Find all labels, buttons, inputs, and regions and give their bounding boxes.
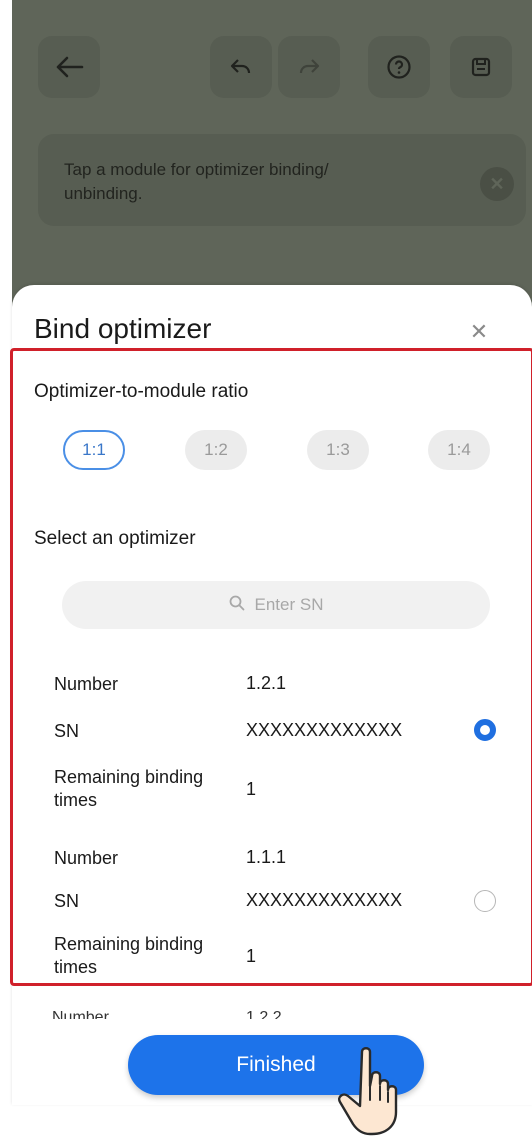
ratio-option-1-1[interactable]: 1:1 bbox=[63, 430, 125, 470]
next-number-label: Number bbox=[52, 1011, 109, 1019]
tap-hand-icon bbox=[338, 1047, 398, 1136]
ratio-option-1-2[interactable]: 1:2 bbox=[185, 430, 247, 470]
sheet-close-button[interactable]: ✕ bbox=[464, 317, 494, 347]
redo-icon bbox=[299, 59, 320, 74]
back-arrow-icon bbox=[56, 56, 84, 78]
optimizer-radio-unselected[interactable] bbox=[474, 890, 496, 912]
hint-banner: Tap a module for optimizer binding/ unbi… bbox=[38, 134, 526, 226]
remaining-value: 1 bbox=[246, 946, 257, 966]
ratio-option-1-4[interactable]: 1:4 bbox=[428, 430, 490, 470]
bind-optimizer-sheet: Bind optimizer ✕ Optimizer-to-module rat… bbox=[10, 285, 532, 1105]
sn-label: SN bbox=[54, 721, 80, 741]
optimizer-radio-selected[interactable] bbox=[474, 719, 496, 741]
next-number-value: 1.2.2 bbox=[246, 1011, 282, 1019]
remaining-label: Remaining binding times bbox=[54, 934, 204, 977]
back-button[interactable] bbox=[38, 36, 100, 98]
sn-value: XXXXXXXXXXXXX bbox=[246, 720, 403, 740]
close-icon: ✕ bbox=[469, 319, 489, 344]
background-screen: Tap a module for optimizer binding/ unbi… bbox=[12, 0, 532, 310]
remaining-label: Remaining binding times bbox=[54, 767, 204, 810]
hint-text: Tap a module for optimizer binding/ unbi… bbox=[64, 160, 329, 203]
help-icon bbox=[387, 55, 411, 79]
ratio-option-1-3[interactable]: 1:3 bbox=[307, 430, 369, 470]
search-placeholder: Enter SN bbox=[254, 595, 324, 614]
sn-value: XXXXXXXXXXXXX bbox=[246, 890, 403, 910]
help-button[interactable] bbox=[368, 36, 430, 98]
number-label: Number bbox=[54, 848, 119, 868]
redo-button[interactable] bbox=[278, 36, 340, 98]
ratio-label: Optimizer-to-module ratio bbox=[34, 381, 249, 402]
close-icon: ✕ bbox=[489, 173, 505, 194]
search-icon bbox=[229, 595, 245, 616]
hint-close-button[interactable]: ✕ bbox=[480, 167, 514, 201]
undo-button[interactable] bbox=[210, 36, 272, 98]
save-button[interactable] bbox=[450, 36, 512, 98]
save-icon bbox=[471, 57, 491, 77]
sheet-title: Bind optimizer bbox=[34, 313, 212, 344]
number-value: 1.1.1 bbox=[246, 847, 287, 867]
sn-label: SN bbox=[54, 891, 80, 911]
number-value: 1.2.1 bbox=[246, 673, 287, 693]
number-label: Number bbox=[54, 674, 119, 694]
remaining-value: 1 bbox=[246, 779, 257, 799]
select-optimizer-label: Select an optimizer bbox=[34, 528, 196, 549]
undo-icon bbox=[230, 59, 251, 74]
search-input[interactable]: Enter SN bbox=[62, 581, 490, 629]
